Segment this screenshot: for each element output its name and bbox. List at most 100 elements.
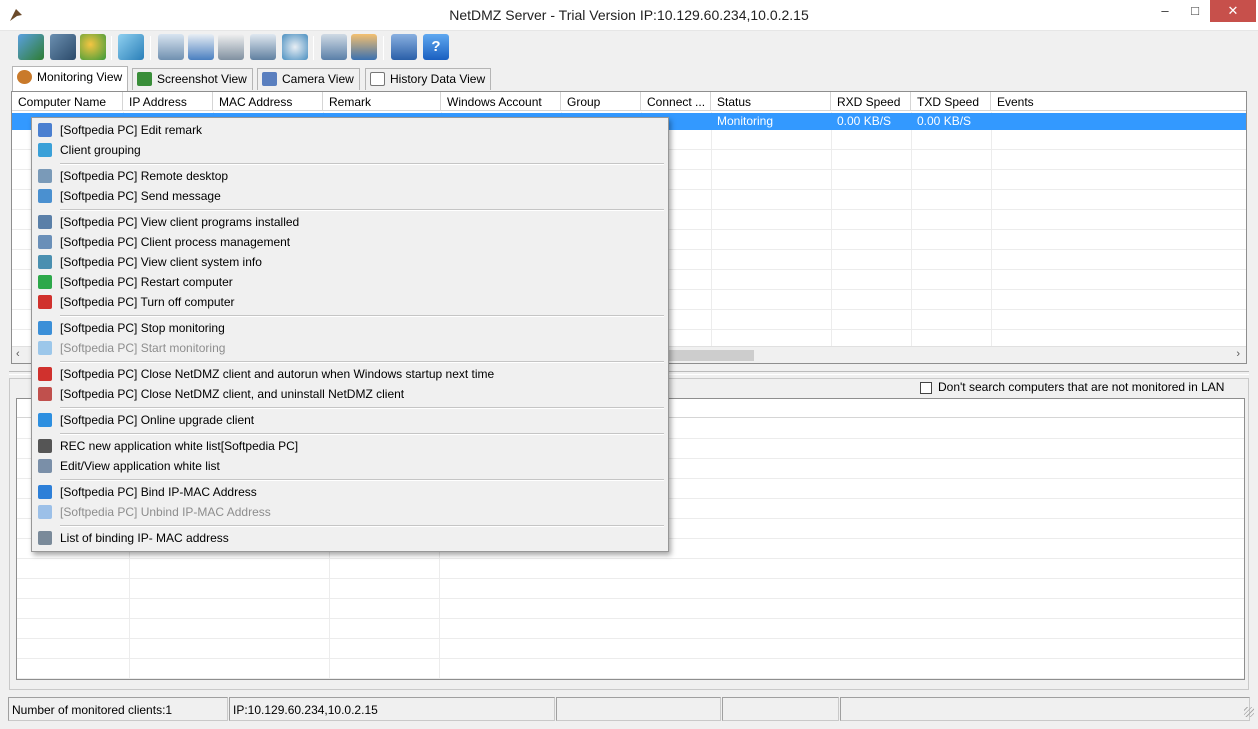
- camera-icon: [262, 72, 277, 86]
- monitoring-icon: [17, 70, 32, 84]
- column-group[interactable]: Group: [561, 92, 641, 111]
- menu-separator: [60, 479, 664, 481]
- menu-item-unbind-ip-mac[interactable]: [Softpedia PC] Unbind IP-MAC Address: [34, 502, 666, 522]
- column-computer-name[interactable]: Computer Name: [12, 92, 123, 111]
- menu-separator: [60, 525, 664, 527]
- programs-icon: [38, 215, 52, 229]
- tab-label: Camera View: [282, 72, 354, 86]
- menu-item-label: Edit/View application white list: [60, 459, 220, 473]
- tab-label: Screenshot View: [157, 72, 247, 86]
- menu-item-online-upgrade[interactable]: [Softpedia PC] Online upgrade client: [34, 410, 666, 430]
- menu-item-view-programs[interactable]: [Softpedia PC] View client programs inst…: [34, 212, 666, 232]
- cart-icon[interactable]: [391, 34, 417, 60]
- maximize-button[interactable]: □: [1180, 0, 1210, 22]
- menu-item-close-client-autorun[interactable]: [Softpedia PC] Close NetDMZ client and a…: [34, 364, 666, 384]
- upgrade-arrow-icon: [38, 413, 52, 427]
- user-card-icon[interactable]: [351, 34, 377, 60]
- menu-item-label: [Softpedia PC] Close NetDMZ client, and …: [60, 387, 405, 401]
- menu-item-label: [Softpedia PC] Start monitoring: [60, 341, 226, 355]
- txd-speed-cell: 0.00 KB/S: [917, 114, 972, 128]
- help-icon[interactable]: ?: [423, 34, 449, 60]
- settings-icon[interactable]: [50, 34, 76, 60]
- menu-item-edit-remark[interactable]: [Softpedia PC] Edit remark: [34, 120, 666, 140]
- menu-item-remote-desktop[interactable]: [Softpedia PC] Remote desktop: [34, 166, 666, 186]
- status-panel-empty: [840, 697, 1250, 721]
- toolbar-separator: [150, 36, 151, 60]
- power-icon: [38, 295, 52, 309]
- tab-monitoring-view[interactable]: Monitoring View: [12, 66, 129, 91]
- history-icon: [370, 72, 385, 86]
- menu-item-label: [Softpedia PC] View client programs inst…: [60, 215, 300, 229]
- scroll-right-icon[interactable]: ›: [1236, 348, 1240, 360]
- menu-item-list-binding[interactable]: List of binding IP- MAC address: [34, 528, 666, 548]
- close-button[interactable]: ✕: [1210, 0, 1256, 22]
- table-header: Computer Name IP Address MAC Address Rem…: [12, 92, 1246, 111]
- lan-filter-checkbox[interactable]: [920, 382, 932, 394]
- remote-desktop-icon: [38, 169, 52, 183]
- resize-grip-icon[interactable]: [1244, 707, 1254, 717]
- disk-icon[interactable]: [282, 34, 308, 60]
- tab-history-data-view[interactable]: History Data View: [365, 68, 492, 90]
- column-events[interactable]: Events: [991, 92, 1246, 111]
- column-rxd-speed[interactable]: RXD Speed: [831, 92, 911, 111]
- message-icon[interactable]: [188, 34, 214, 60]
- menu-item-label: REC new application white list[Softpedia…: [60, 439, 299, 453]
- search-icon[interactable]: [218, 34, 244, 60]
- menu-item-turn-off-computer[interactable]: [Softpedia PC] Turn off computer: [34, 292, 666, 312]
- menu-item-rec-white-list[interactable]: REC new application white list[Softpedia…: [34, 436, 666, 456]
- client-context-menu: [Softpedia PC] Edit remark Client groupin…: [31, 117, 669, 552]
- tab-camera-view[interactable]: Camera View: [257, 68, 360, 90]
- status-panel-empty: [722, 697, 839, 721]
- menu-item-label: [Softpedia PC] Restart computer: [60, 275, 233, 289]
- menu-item-label: [Softpedia PC] Unbind IP-MAC Address: [60, 505, 271, 519]
- menu-separator: [60, 361, 664, 363]
- lan-filter-label: Don't search computers that are not moni…: [938, 380, 1225, 394]
- group-icon: [38, 143, 52, 157]
- menu-separator: [60, 315, 664, 317]
- menu-item-client-grouping[interactable]: Client grouping: [34, 140, 666, 160]
- menu-item-label: [Softpedia PC] View client system info: [60, 255, 262, 269]
- menu-item-stop-monitoring[interactable]: [Softpedia PC] Stop monitoring: [34, 318, 666, 338]
- menu-item-system-info[interactable]: [Softpedia PC] View client system info: [34, 252, 666, 272]
- users-icon[interactable]: [80, 34, 106, 60]
- minimize-button[interactable]: ‒: [1150, 0, 1180, 22]
- menu-item-process-management[interactable]: [Softpedia PC] Client process management: [34, 232, 666, 252]
- column-txd-speed[interactable]: TXD Speed: [911, 92, 991, 111]
- menu-item-send-message[interactable]: [Softpedia PC] Send message: [34, 186, 666, 206]
- lock-icon: [38, 485, 52, 499]
- window-title: NetDMZ Server - Trial Version IP:10.129.…: [449, 7, 809, 23]
- menu-separator: [60, 209, 664, 211]
- scroll-left-icon[interactable]: ‹: [16, 348, 20, 360]
- menu-item-label: [Softpedia PC] Bind IP-MAC Address: [60, 485, 257, 499]
- menu-item-close-uninstall-client[interactable]: [Softpedia PC] Close NetDMZ client, and …: [34, 384, 666, 404]
- status-bar: Number of monitored clients:1 IP:10.129.…: [0, 697, 1258, 723]
- remote-desktop-icon[interactable]: [158, 34, 184, 60]
- clients-icon[interactable]: [18, 34, 44, 60]
- menu-separator: [60, 433, 664, 435]
- windows-icon[interactable]: [250, 34, 276, 60]
- tab-screenshot-view[interactable]: Screenshot View: [132, 68, 253, 90]
- screenshot-icon: [137, 72, 152, 86]
- column-status[interactable]: Status: [711, 92, 831, 111]
- status-cell: Monitoring: [717, 114, 774, 128]
- status-panel-empty: [556, 697, 721, 721]
- menu-item-label: List of binding IP- MAC address: [60, 531, 229, 545]
- screen-icon[interactable]: [321, 34, 347, 60]
- uninstall-icon: [38, 387, 52, 401]
- column-ip-address[interactable]: IP Address: [123, 92, 213, 111]
- title-bar: NetDMZ Server - Trial Version IP:10.129.…: [0, 0, 1258, 31]
- menu-item-restart-computer[interactable]: [Softpedia PC] Restart computer: [34, 272, 666, 292]
- menu-separator: [60, 163, 664, 165]
- menu-item-label: [Softpedia PC] Edit remark: [60, 123, 203, 137]
- system-info-icon: [38, 255, 52, 269]
- toolbar-separator: [111, 36, 112, 60]
- menu-item-bind-ip-mac[interactable]: [Softpedia PC] Bind IP-MAC Address: [34, 482, 666, 502]
- send-message-icon: [38, 189, 52, 203]
- column-mac-address[interactable]: MAC Address: [213, 92, 323, 111]
- column-windows-account[interactable]: Windows Account: [441, 92, 561, 111]
- column-remark[interactable]: Remark: [323, 92, 441, 111]
- column-connect[interactable]: Connect ...: [641, 92, 711, 111]
- menu-item-edit-white-list[interactable]: Edit/View application white list: [34, 456, 666, 476]
- key-icon[interactable]: [118, 34, 144, 60]
- menu-item-start-monitoring[interactable]: [Softpedia PC] Start monitoring: [34, 338, 666, 358]
